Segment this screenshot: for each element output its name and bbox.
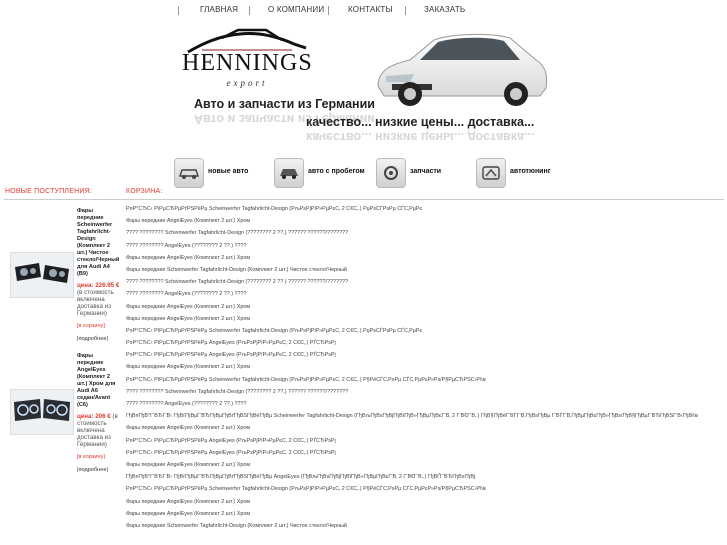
cart-item: Фары передние Scheinwerfer Tagfahrlicht-…: [126, 522, 347, 529]
cart-item: Р¤Р°СЂС‹ РїРµСЂРµРґРЅРёРµ Scheinwerfer T…: [126, 486, 486, 493]
product-image-angeleyes[interactable]: [10, 389, 74, 435]
cart-item: ???? ???????? Scheinwerfer Tagfahrlicht-…: [126, 279, 348, 286]
cart-item: Р¤Р°СЂС‹ РїРµСЂРµРґРЅРёРµ Scheinwerfer T…: [126, 206, 423, 212]
new-car-icon: [174, 158, 204, 188]
add-to-cart-link[interactable]: [в корзину]: [77, 323, 121, 330]
nav-order[interactable]: ЗАКАЗАТЬ: [424, 5, 465, 14]
cart-item: Р¤Р°СЂС‹ РїРµСЂРµРґРЅРёРµ AngelEyes (РљР…: [126, 352, 336, 359]
cart-item: Фары передние Scheinwerfer Tagfahrlicht-…: [126, 266, 347, 273]
cart-item: ГђВ¤ГђВ°Г‘ВЂГ‘В‹ ГђВїГђВµГ‘ВЂГђВµГђВґГђВ…: [126, 413, 698, 420]
cart-item: ???? ???????? AngelEyes (???????? 2 ??.)…: [126, 291, 247, 298]
tuning-icon: [476, 158, 506, 188]
details-link[interactable]: |подробнее|: [77, 336, 121, 343]
site-logo[interactable]: HENNINGS export: [182, 26, 312, 98]
new-arrivals-heading: НОВЫЕ ПОСТУПЛЕНИЯ:: [5, 188, 92, 195]
cart-item: ???? ???????? AngelEyes (???????? 2 ??.)…: [126, 242, 247, 249]
price-value: цена: 226.95 €: [77, 282, 120, 289]
product-price: цена: 206 € (в стоимость включена достав…: [77, 413, 121, 448]
used-car-icon: [274, 158, 304, 188]
cart-list: Р¤Р°СЂС‹ РїРµСЂРµРґРЅРёРµ Scheinwerfer T…: [126, 205, 726, 534]
top-navigation: ГЛАВНАЯ О КОМПАНИИ КОНТАКТЫ ЗАКАЗАТЬ: [0, 0, 727, 20]
nav-about[interactable]: О КОМПАНИИ: [268, 5, 324, 14]
add-to-cart-link[interactable]: [в корзину]: [77, 454, 121, 461]
product-price: цена: 226.95 € (в стоимость включена дос…: [77, 282, 121, 317]
category-label: новые авто: [208, 168, 249, 175]
cart-item: Фары передние AngelEyes (Комплект 2 шт.)…: [126, 498, 251, 505]
category-label: запчасти: [410, 168, 442, 175]
price-value: цена: 206 €: [77, 413, 111, 420]
cart-item: ГђВ¤ГђВ°Г‘ВЂГ‘В‹ ГђВїГђВµГ‘ВЂГђВµГђВґГђВ…: [126, 474, 476, 481]
product-info: Фары передние AngelEyes (Комплект 2 шт.)…: [77, 353, 121, 474]
cart-item: Р¤Р°СЂС‹ РїРµСЂРµРґРЅРёРµ Scheinwerfer T…: [126, 376, 486, 383]
logo-subtext: export: [226, 78, 268, 88]
product-name[interactable]: Фары передние AngelEyes (Комплект 2 шт.)…: [77, 353, 121, 409]
details-link[interactable]: |подробнее|: [77, 467, 121, 474]
nav-separator: [405, 6, 406, 15]
header-banner: HENNINGS export Авто и запчасти из Герма…: [170, 24, 551, 188]
category-label: автотюнинг: [510, 168, 551, 175]
cart-item: ???? ???????? Scheinwerfer Tagfahrlicht-…: [126, 230, 348, 237]
cart-item: Фары передние AngelEyes (Комплект 2 шт.)…: [126, 461, 251, 468]
product-info: Фары передние Scheinwerfer Tagfahrlicht-…: [77, 208, 121, 343]
logo-text: HENNINGS: [182, 50, 313, 76]
cart-item: ???? ???????? Scheinwerfer Tagfahrlicht-…: [126, 388, 348, 395]
tagline-secondary-reflection: качество... низкие цены... доставка...: [306, 130, 535, 144]
cart-item: ???? ???????? AngelEyes (???????? 2 ??.)…: [126, 401, 247, 407]
product-name[interactable]: Фары передние Scheinwerfer Tagfahrlicht-…: [77, 208, 121, 278]
divider: [4, 199, 724, 200]
cart-item: Р¤Р°СЂС‹ РїРµСЂРµРґРЅРёРµ Scheinwerfer T…: [126, 327, 423, 334]
cart-heading: КОРЗИНА:: [126, 188, 163, 195]
cart-item: Р¤Р°СЂС‹ РїРµСЂРµРґРЅРёРµ AngelEyes (РљР…: [126, 340, 336, 347]
nav-home[interactable]: ГЛАВНАЯ: [200, 5, 238, 14]
cart-item: Фары передние AngelEyes (Комплект 2 шт.)…: [126, 364, 251, 371]
tagline-primary: Авто и запчасти из Германии: [194, 97, 375, 111]
category-navigation: новые авто авто с пробегом запчасти авто…: [170, 158, 551, 188]
cart-item: Фары передние AngelEyes (Комплект 2 шт.)…: [126, 218, 251, 225]
cart-item: Фары передние AngelEyes (Комплект 2 шт.)…: [126, 425, 251, 432]
price-note: (в стоимость включена доставка из Герман…: [77, 289, 114, 317]
cart-item: Фары передние AngelEyes (Комплект 2 шт.)…: [126, 510, 251, 517]
cart-item: Р¤Р°СЂС‹ РїРµСЂРµРґРЅРёРµ AngelEyes (РљР…: [126, 449, 336, 456]
nav-separator: [249, 6, 250, 15]
cart-item: Фары передние AngelEyes (Комплект 2 шт.)…: [126, 315, 251, 322]
cart-item: Фары передние AngelEyes (Комплект 2 шт.)…: [126, 254, 251, 261]
category-label: авто с пробегом: [308, 168, 365, 175]
gear-parts-icon: [376, 158, 406, 188]
nav-contacts[interactable]: КОНТАКТЫ: [348, 5, 393, 14]
cart-item: Р¤Р°СЂС‹ РїРµСЂРµРґРЅРёРµ AngelEyes (РљР…: [126, 437, 336, 444]
product-image-headlights[interactable]: [10, 252, 74, 298]
cart-item: Фары передние AngelEyes (Комплект 2 шт.)…: [126, 303, 251, 310]
hero-car-image: [377, 33, 548, 106]
tagline-secondary: качество... низкие цены... доставка...: [306, 115, 535, 129]
nav-separator: [178, 6, 179, 15]
nav-separator: [328, 6, 329, 15]
